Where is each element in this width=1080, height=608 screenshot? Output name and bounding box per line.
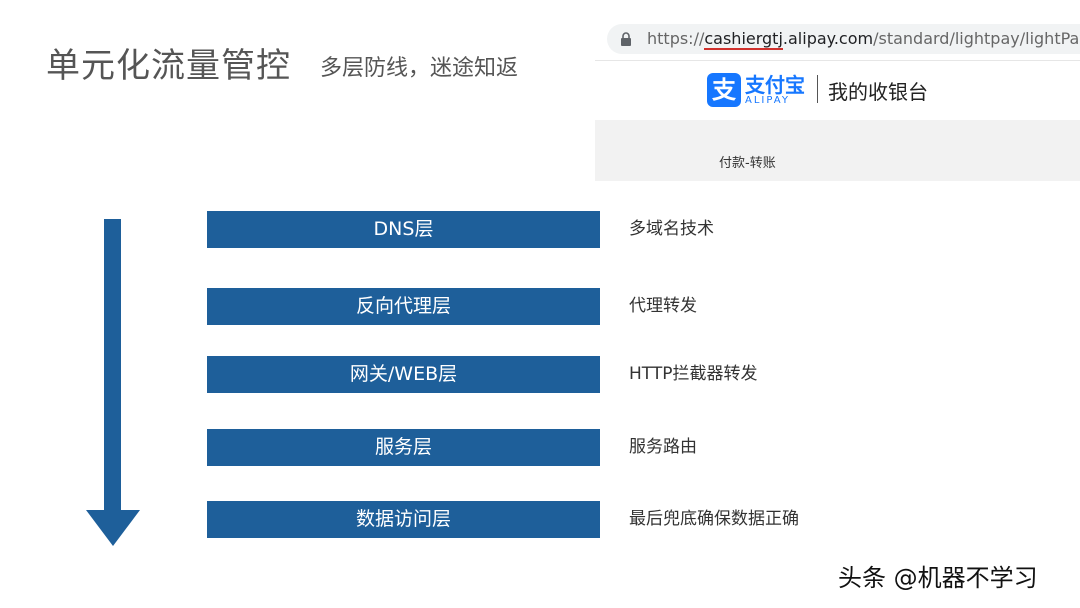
layer-reverse-proxy: 反向代理层 <box>207 288 600 325</box>
watermark: 头条 @机器不学习 <box>838 564 1038 592</box>
layer-gateway-web-desc: HTTP拦截器转发 <box>629 364 758 384</box>
brand-divider <box>817 75 818 103</box>
alipay-brand-en: ALIPAY <box>745 95 790 106</box>
url-path: /standard/lightpay/lightPayCash <box>873 29 1080 48</box>
layer-dns: DNS层 <box>207 211 600 248</box>
slide-subtitle: 多层防线，迷途知返 <box>320 56 519 81</box>
url-text: https://cashiergtj.alipay.com/standard/l… <box>647 24 1080 54</box>
browser-screenshot: https://cashiergtj.alipay.com/standard/l… <box>595 14 1080 181</box>
down-arrow-head-icon <box>86 510 140 546</box>
pay-bar: 付款-转账 <box>595 120 1080 181</box>
pay-transfer-label[interactable]: 付款-转账 <box>719 152 776 171</box>
address-bar[interactable]: https://cashiergtj.alipay.com/standard/l… <box>607 24 1080 54</box>
url-domain: .alipay.com <box>782 29 874 48</box>
lock-icon <box>621 32 631 46</box>
down-arrow-shaft <box>104 219 121 514</box>
alipay-brand-name: 支付宝 <box>745 73 805 97</box>
layer-data-access-desc: 最后兜底确保数据正确 <box>629 509 799 529</box>
layer-data-access: 数据访问层 <box>207 501 600 538</box>
alipay-header: 支 支付宝 ALIPAY 我的收银台 <box>595 60 1080 121</box>
layer-dns-desc: 多域名技术 <box>629 219 714 239</box>
layer-service-desc: 服务路由 <box>629 437 697 457</box>
url-prefix: https:// <box>647 29 705 48</box>
url-highlight: cashiergtj <box>704 29 783 50</box>
layer-service: 服务层 <box>207 429 600 466</box>
alipay-logo-icon: 支 <box>707 73 741 107</box>
layer-reverse-proxy-desc: 代理转发 <box>629 296 697 316</box>
cashier-title: 我的收银台 <box>828 80 928 104</box>
layer-gateway-web: 网关/WEB层 <box>207 356 600 393</box>
slide-title: 单元化流量管控 <box>46 46 291 86</box>
